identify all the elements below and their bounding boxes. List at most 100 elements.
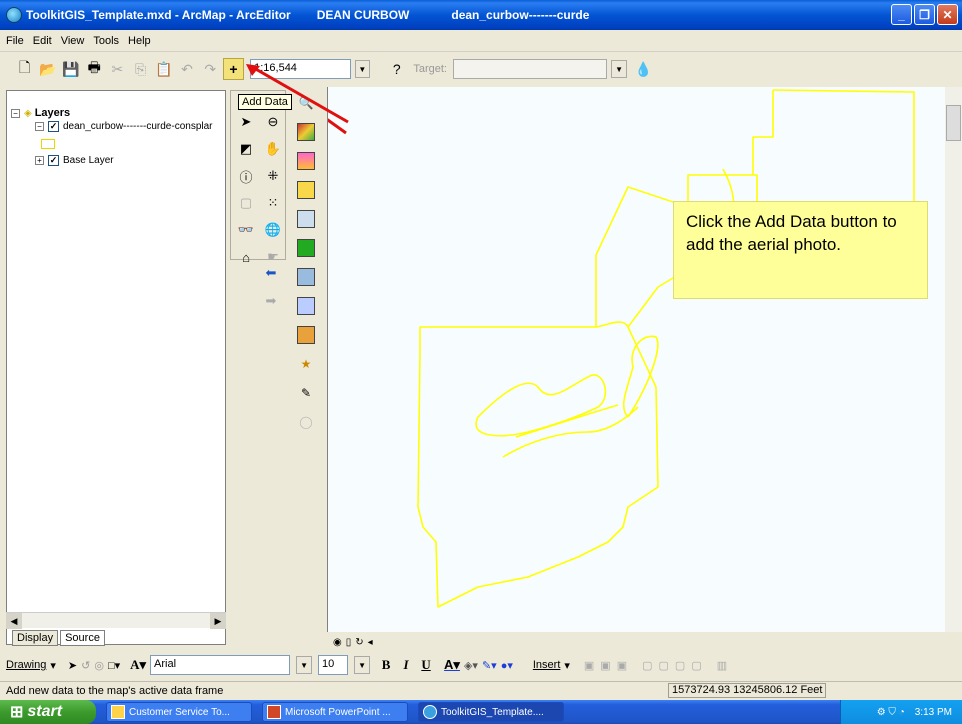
full-extent-globe-icon[interactable]: 🌐 <box>262 219 284 241</box>
print-icon[interactable]: 🖶 <box>84 58 105 80</box>
layer-row[interactable]: − ✓ dean_curbow-------curde-consplar <box>35 121 213 132</box>
taskbar-item-powerpoint[interactable]: Microsoft PowerPoint ... <box>262 702 408 722</box>
status-bar: Add new data to the map's active data fr… <box>0 681 962 699</box>
toc-horizontal-scrollbar[interactable]: ◀ ▶ <box>6 612 226 629</box>
menu-tools[interactable]: Tools <box>93 35 119 47</box>
size-dropdown-icon[interactable]: ▼ <box>354 656 371 674</box>
menu-edit[interactable]: Edit <box>33 35 52 47</box>
taskbar-item-arcmap[interactable]: ToolkitGIS_Template.... <box>418 702 564 722</box>
tab-display[interactable]: Display <box>12 630 59 646</box>
forward-arrow-icon[interactable]: ➡ <box>260 290 282 312</box>
layer-tool-icon[interactable] <box>295 179 317 201</box>
identify-icon[interactable]: ⓘ <box>235 165 257 187</box>
open-icon[interactable]: 📂 <box>37 58 58 80</box>
pan-hand-icon[interactable]: ✋ <box>262 138 284 160</box>
text-tool-icon[interactable]: A▾ <box>130 657 146 673</box>
zoom-circle-icon[interactable]: ◎ <box>94 659 104 672</box>
scroll-right-icon[interactable]: ▶ <box>210 613 226 629</box>
expand-icon[interactable]: + <box>35 156 44 165</box>
layers-root-row[interactable]: − ◈ Layers <box>11 107 70 119</box>
scroll-thumb[interactable] <box>946 105 961 141</box>
base-layer-label: Base Layer <box>63 155 114 166</box>
target-select[interactable] <box>452 59 608 79</box>
bold-icon[interactable]: B <box>378 657 394 673</box>
font-color-icon[interactable]: A▾ <box>444 657 460 673</box>
star-icon[interactable]: ★ <box>295 353 317 375</box>
refresh-icon[interactable]: ↻ <box>355 637 363 648</box>
base-layer-row[interactable]: + ✓ Base Layer <box>35 155 114 166</box>
back-arrow-icon[interactable]: ⬅ <box>260 262 282 284</box>
taskbar-item-customer-service[interactable]: Customer Service To... <box>106 702 252 722</box>
minimize-button[interactable]: _ <box>891 4 912 25</box>
layer-label: dean_curbow-------curde-consplar <box>63 121 213 132</box>
new-icon[interactable]: 🗋 <box>14 58 35 80</box>
data-view-icon[interactable]: ◉ <box>333 637 342 648</box>
window-title: ToolkitGIS_Template.mxd - ArcMap - ArcEd… <box>26 8 291 22</box>
menu-file[interactable]: File <box>6 35 24 47</box>
tray-icons[interactable]: ⚙ ⛉ ◔ <box>877 707 905 718</box>
underline-icon[interactable]: U <box>418 657 434 673</box>
start-label: start <box>27 703 63 720</box>
restore-button[interactable]: ❐ <box>914 4 935 25</box>
editor-icon[interactable]: 💧 <box>633 58 654 80</box>
pencil-icon[interactable]: ✎ <box>295 382 317 404</box>
drawing-menu[interactable]: Drawing <box>6 659 46 671</box>
layer-visibility-checkbox[interactable]: ✓ <box>48 121 59 132</box>
close-button[interactable]: ✕ <box>937 4 958 25</box>
add-data-tooltip: Add Data <box>238 94 292 110</box>
marker-color-icon[interactable]: ●▾ <box>501 659 513 672</box>
window-document: dean_curbow-------curde <box>451 8 590 22</box>
map-display[interactable]: Click the Add Data button to add the aer… <box>327 87 955 632</box>
insert-menu[interactable]: Insert <box>533 659 561 671</box>
tab-source[interactable]: Source <box>60 630 105 646</box>
clock[interactable]: 3:13 PM <box>915 707 952 718</box>
undo-icon[interactable]: ↶ <box>176 58 197 80</box>
layout-tools-icon[interactable]: ▣▣▣ ▢▢▢▢ ▥ <box>584 659 733 672</box>
menu-view[interactable]: View <box>61 35 85 47</box>
clear-selection-icon[interactable]: ▢ <box>235 192 257 214</box>
base-layer-checkbox[interactable]: ✓ <box>48 155 59 166</box>
layer-symbol-swatch[interactable] <box>41 139 55 149</box>
layout-view-icon[interactable]: ▯ <box>346 637 352 648</box>
start-button[interactable]: ⊞ start <box>0 700 96 724</box>
insert-dropdown-icon[interactable]: ▾ <box>564 659 570 672</box>
fixed-zoom-in-icon[interactable]: ⁜ <box>262 165 284 187</box>
font-dropdown-icon[interactable]: ▼ <box>296 656 313 674</box>
save-icon[interactable]: 💾 <box>60 58 81 80</box>
vertical-toolbar: 🔍 ★ ✎ ◯ <box>290 90 322 430</box>
scroll-left-icon[interactable]: ◀ <box>6 613 22 629</box>
mosaic-tool-icon[interactable] <box>295 150 317 172</box>
select-arrow-icon[interactable]: ➤ <box>68 659 77 672</box>
measure-icon[interactable]: ⌂ <box>235 246 257 268</box>
select-features-icon[interactable]: ◩ <box>235 138 257 160</box>
redo-icon[interactable]: ↷ <box>200 58 221 80</box>
fill-color-icon[interactable]: ◈▾ <box>464 659 478 672</box>
target-dropdown-arrow-icon[interactable]: ▼ <box>611 60 627 78</box>
cut-icon[interactable]: ✂ <box>107 58 128 80</box>
pause-icon[interactable]: ◂ <box>368 637 373 648</box>
paste-icon[interactable]: 📋 <box>153 58 174 80</box>
rectangle-icon[interactable]: □▾ <box>108 659 120 672</box>
copy-icon[interactable]: ⎘ <box>130 58 151 80</box>
map-tool-icon[interactable] <box>295 266 317 288</box>
italic-icon[interactable]: I <box>398 657 414 673</box>
font-select[interactable]: Arial <box>150 655 291 675</box>
map-view-toggle-bar: ◉ ▯ ↻ ◂ <box>327 634 955 650</box>
map-vertical-scrollbar[interactable] <box>945 87 962 632</box>
collapse-icon[interactable]: − <box>35 122 44 131</box>
menu-help[interactable]: Help <box>128 35 151 47</box>
green-tool-icon[interactable] <box>295 237 317 259</box>
find-binoculars-icon[interactable]: 👓 <box>235 219 257 241</box>
rotate-icon[interactable]: ↺ <box>81 659 90 672</box>
collapse-icon[interactable]: − <box>11 108 20 118</box>
frame-tool-icon[interactable] <box>295 208 317 230</box>
georef-tool-icon[interactable] <box>295 295 317 317</box>
fixed-zoom-out-icon[interactable]: ⁙ <box>262 192 284 214</box>
drawing-dropdown-icon[interactable]: ▾ <box>50 659 56 672</box>
whats-this-icon[interactable]: ? <box>386 58 407 80</box>
calculator-icon[interactable] <box>295 324 317 346</box>
font-size-select[interactable]: 10 <box>318 655 349 675</box>
circle-icon[interactable]: ◯ <box>295 411 317 433</box>
status-message: Add new data to the map's active data fr… <box>6 684 224 697</box>
line-color-icon[interactable]: ✎▾ <box>482 659 497 672</box>
